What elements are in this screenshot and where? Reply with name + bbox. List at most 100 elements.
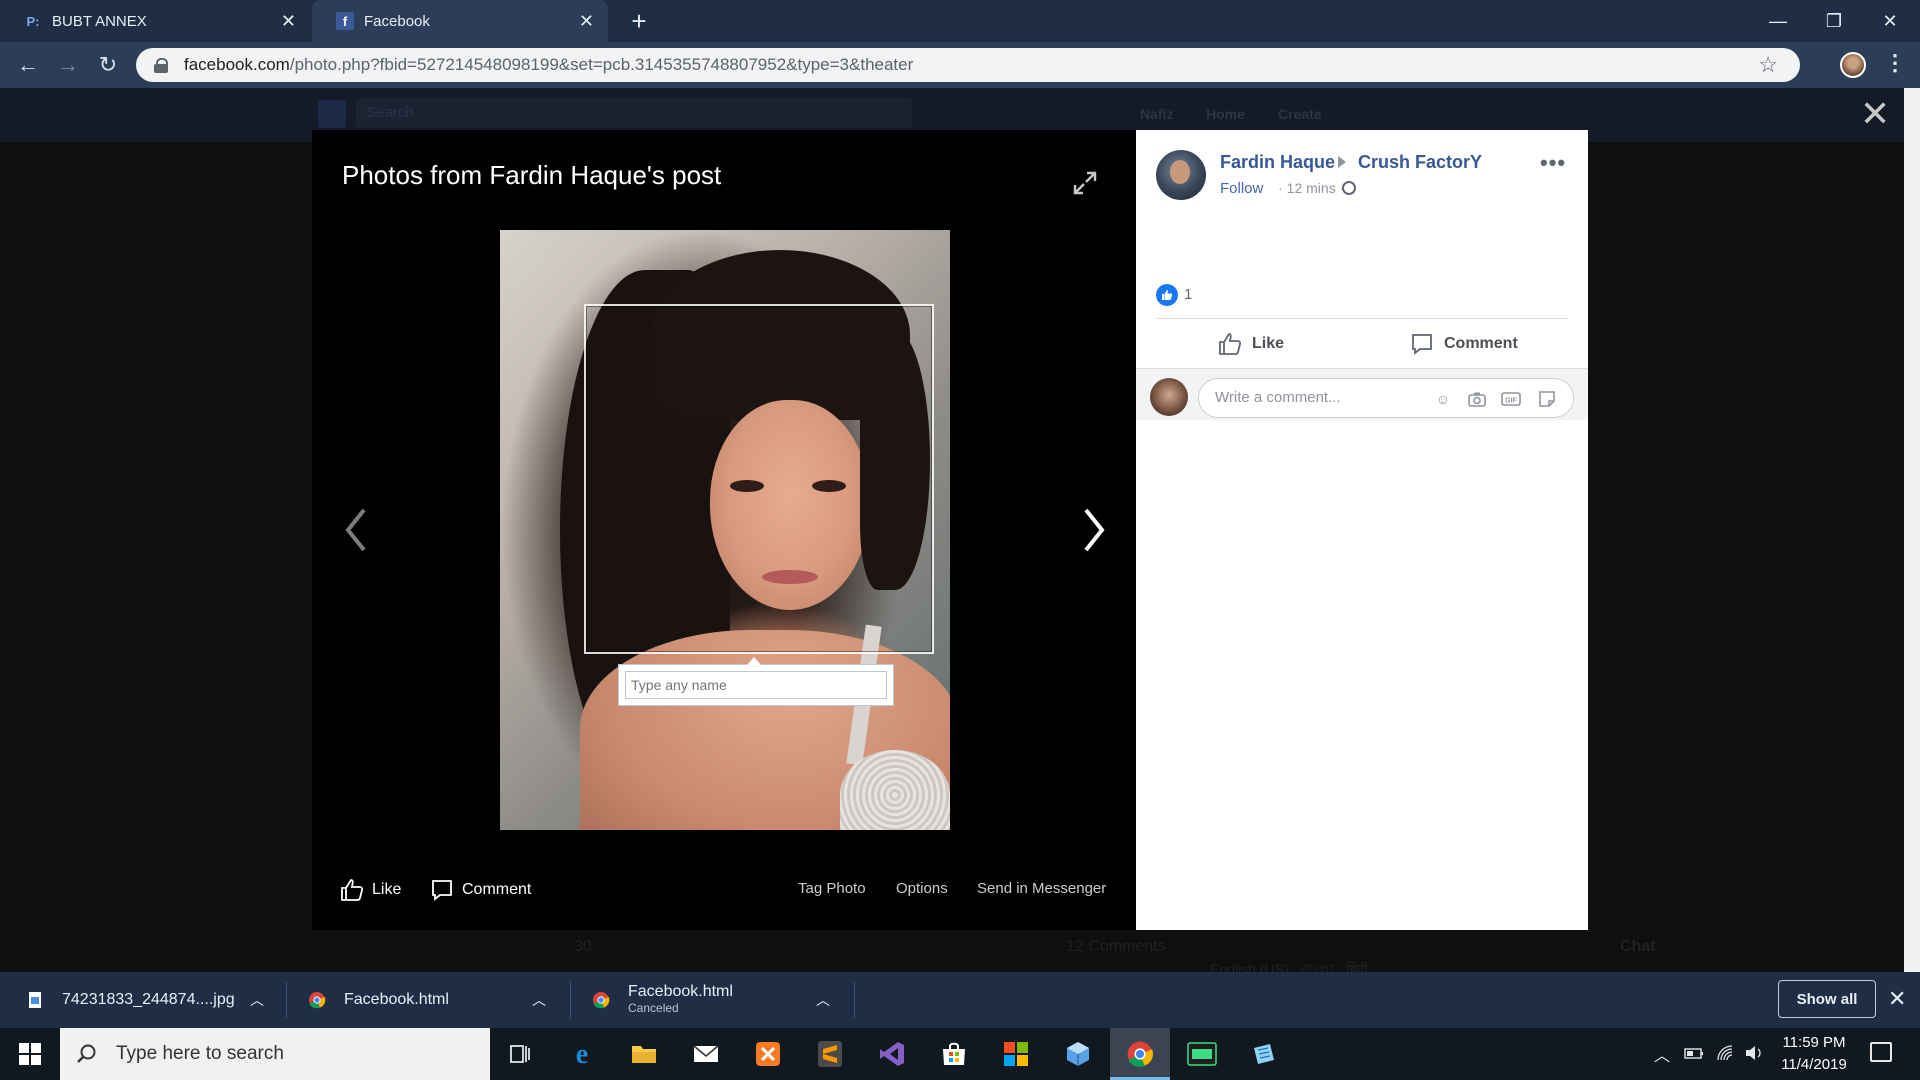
new-tab-button[interactable]: + — [624, 6, 654, 36]
notepad-icon[interactable] — [1234, 1028, 1294, 1080]
chevron-up-icon[interactable]: ︿ — [816, 990, 830, 1010]
emoji-icon[interactable]: ☺ — [1433, 390, 1453, 408]
thumbs-up-icon — [1219, 333, 1242, 355]
comment-input[interactable]: Write a comment... ☺ GIF — [1198, 378, 1574, 418]
download-status: Canceled — [628, 1001, 679, 1015]
terminal-app-icon[interactable] — [1172, 1028, 1232, 1080]
tag-name-input[interactable] — [625, 671, 887, 699]
minimize-button[interactable]: — — [1750, 0, 1806, 42]
chrome-menu-icon[interactable]: ⋮ — [1884, 50, 1906, 76]
thumbs-up-icon — [341, 879, 364, 901]
xampp-icon[interactable] — [738, 1028, 798, 1080]
task-view-icon[interactable] — [490, 1028, 550, 1080]
address-bar[interactable]: facebook.com/photo.php?fbid=527214548098… — [136, 48, 1800, 82]
volume-icon[interactable] — [1744, 1044, 1764, 1062]
facebook-search-input[interactable]: Search — [356, 98, 912, 128]
page-scrollbar[interactable] — [1904, 88, 1920, 972]
facebook-logo-icon — [318, 100, 346, 128]
audience-globe-icon[interactable] — [1342, 181, 1356, 195]
download-bar: 74231833_244874....jpg ︿ Facebook.html ︿… — [0, 972, 1920, 1028]
windows-start-button[interactable] — [0, 1028, 60, 1080]
viewer-like-button[interactable]: Like — [340, 878, 401, 902]
tab-bubt-annex[interactable]: P: BUBT ANNEX ✕ — [0, 0, 310, 42]
taskbar-search-box[interactable]: Type here to search — [60, 1028, 490, 1080]
lock-icon — [154, 58, 168, 73]
tab-close-icon[interactable]: ✕ — [579, 11, 594, 32]
download-item-html-canceled[interactable]: Facebook.html Canceled ︿ — [592, 972, 844, 1028]
tab-title: BUBT ANNEX — [52, 12, 147, 30]
profile-avatar[interactable] — [1840, 52, 1866, 78]
close-download-bar-icon[interactable]: ✕ — [1888, 986, 1906, 1012]
download-item-html[interactable]: Facebook.html ︿ — [308, 972, 560, 1028]
battery-icon[interactable] — [1684, 1044, 1704, 1062]
microsoft-store-icon[interactable] — [924, 1028, 984, 1080]
chrome-icon — [309, 992, 326, 1009]
comment-bubble-icon — [432, 880, 452, 901]
like-reaction-icon[interactable] — [1156, 284, 1178, 306]
edge-browser-icon[interactable]: e — [552, 1028, 612, 1080]
post-timestamp[interactable]: · 12 mins · — [1278, 180, 1344, 196]
post-comment-button[interactable]: Comment — [1410, 332, 1518, 356]
send-messenger-link[interactable]: Send in Messenger — [977, 880, 1106, 897]
windows-logo-icon — [19, 1043, 41, 1065]
tag-photo-link[interactable]: Tag Photo — [798, 880, 866, 897]
tab-facebook[interactable]: f Facebook ✕ — [312, 0, 608, 42]
forward-arrow-icon[interactable]: → — [52, 49, 84, 81]
options-link[interactable]: Options — [896, 880, 948, 897]
next-photo-arrow-icon[interactable] — [1074, 500, 1114, 560]
divider — [570, 982, 571, 1018]
post-side-panel: Fardin Haque Crush FactorY Follow · 12 mi… — [1136, 130, 1588, 930]
sticker-icon[interactable] — [1537, 390, 1557, 408]
visual-studio-icon[interactable] — [862, 1028, 922, 1080]
3d-viewer-icon[interactable] — [1048, 1028, 1108, 1080]
back-arrow-icon[interactable]: ← — [12, 49, 44, 81]
download-item-jpg[interactable]: 74231833_244874....jpg ︿ — [26, 972, 278, 1028]
mail-icon[interactable] — [676, 1028, 736, 1080]
nav-create[interactable]: Create — [1278, 106, 1322, 122]
download-filename: Facebook.html — [344, 991, 449, 1008]
tray-chevron-up-icon[interactable]: ︿ — [1654, 1042, 1670, 1066]
download-filename: 74231833_244874....jpg — [62, 991, 235, 1008]
commenter-avatar — [1150, 378, 1188, 416]
url-host: facebook.com — [184, 55, 290, 74]
taskbar-search-placeholder: Type here to search — [116, 1043, 284, 1064]
divider — [286, 982, 287, 1018]
tab-close-icon[interactable]: ✕ — [281, 11, 296, 32]
more-options-icon[interactable]: ••• — [1540, 150, 1566, 176]
reaction-count[interactable]: 1 — [1184, 286, 1192, 303]
facebook-favicon-icon: f — [336, 12, 354, 30]
clock-date[interactable]: 11/4/2019 — [1768, 1056, 1860, 1073]
author-name-link[interactable]: Fardin Haque — [1220, 152, 1335, 173]
close-window-button[interactable]: ✕ — [1862, 0, 1918, 42]
chevron-up-icon[interactable]: ︿ — [532, 990, 546, 1010]
group-name-link[interactable]: Crush FactorY — [1358, 152, 1482, 173]
post-like-button[interactable]: Like — [1218, 332, 1284, 356]
camera-icon[interactable] — [1467, 390, 1487, 408]
follow-link[interactable]: Follow — [1220, 180, 1263, 197]
post-comment-label: Comment — [1444, 335, 1518, 352]
wifi-icon[interactable] — [1716, 1044, 1736, 1062]
notification-center-icon[interactable] — [1870, 1042, 1892, 1062]
chrome-taskbar-icon[interactable] — [1110, 1028, 1170, 1080]
reload-icon[interactable]: ↻ — [92, 49, 124, 81]
file-explorer-icon[interactable] — [614, 1028, 674, 1080]
nav-home[interactable]: Home — [1206, 106, 1245, 122]
viewer-title: Photos from Fardin Haque's post — [342, 160, 722, 190]
file-icon — [29, 992, 41, 1008]
close-viewer-icon[interactable]: ✕ — [1860, 96, 1890, 132]
tag-selection-box[interactable] — [584, 304, 934, 654]
bookmark-star-icon[interactable]: ☆ — [1758, 52, 1778, 78]
restore-button[interactable]: ❐ — [1806, 0, 1862, 42]
browser-tab-strip: P: BUBT ANNEX ✕ f Facebook ✕ + — ❐ ✕ — [0, 0, 1920, 42]
author-avatar[interactable] — [1156, 150, 1206, 200]
show-all-downloads-button[interactable]: Show all — [1778, 980, 1876, 1018]
office-tiles-icon[interactable] — [986, 1028, 1046, 1080]
gif-icon[interactable]: GIF — [1501, 390, 1521, 408]
chevron-up-icon[interactable]: ︿ — [250, 990, 264, 1010]
sublime-text-icon[interactable] — [800, 1028, 860, 1080]
previous-photo-arrow-icon[interactable] — [336, 500, 376, 560]
viewer-comment-button[interactable]: Comment — [430, 878, 531, 902]
nav-profile-name[interactable]: Nafiz — [1140, 106, 1173, 122]
expand-icon[interactable] — [1072, 170, 1098, 196]
clock-time[interactable]: 11:59 PM — [1768, 1034, 1860, 1051]
